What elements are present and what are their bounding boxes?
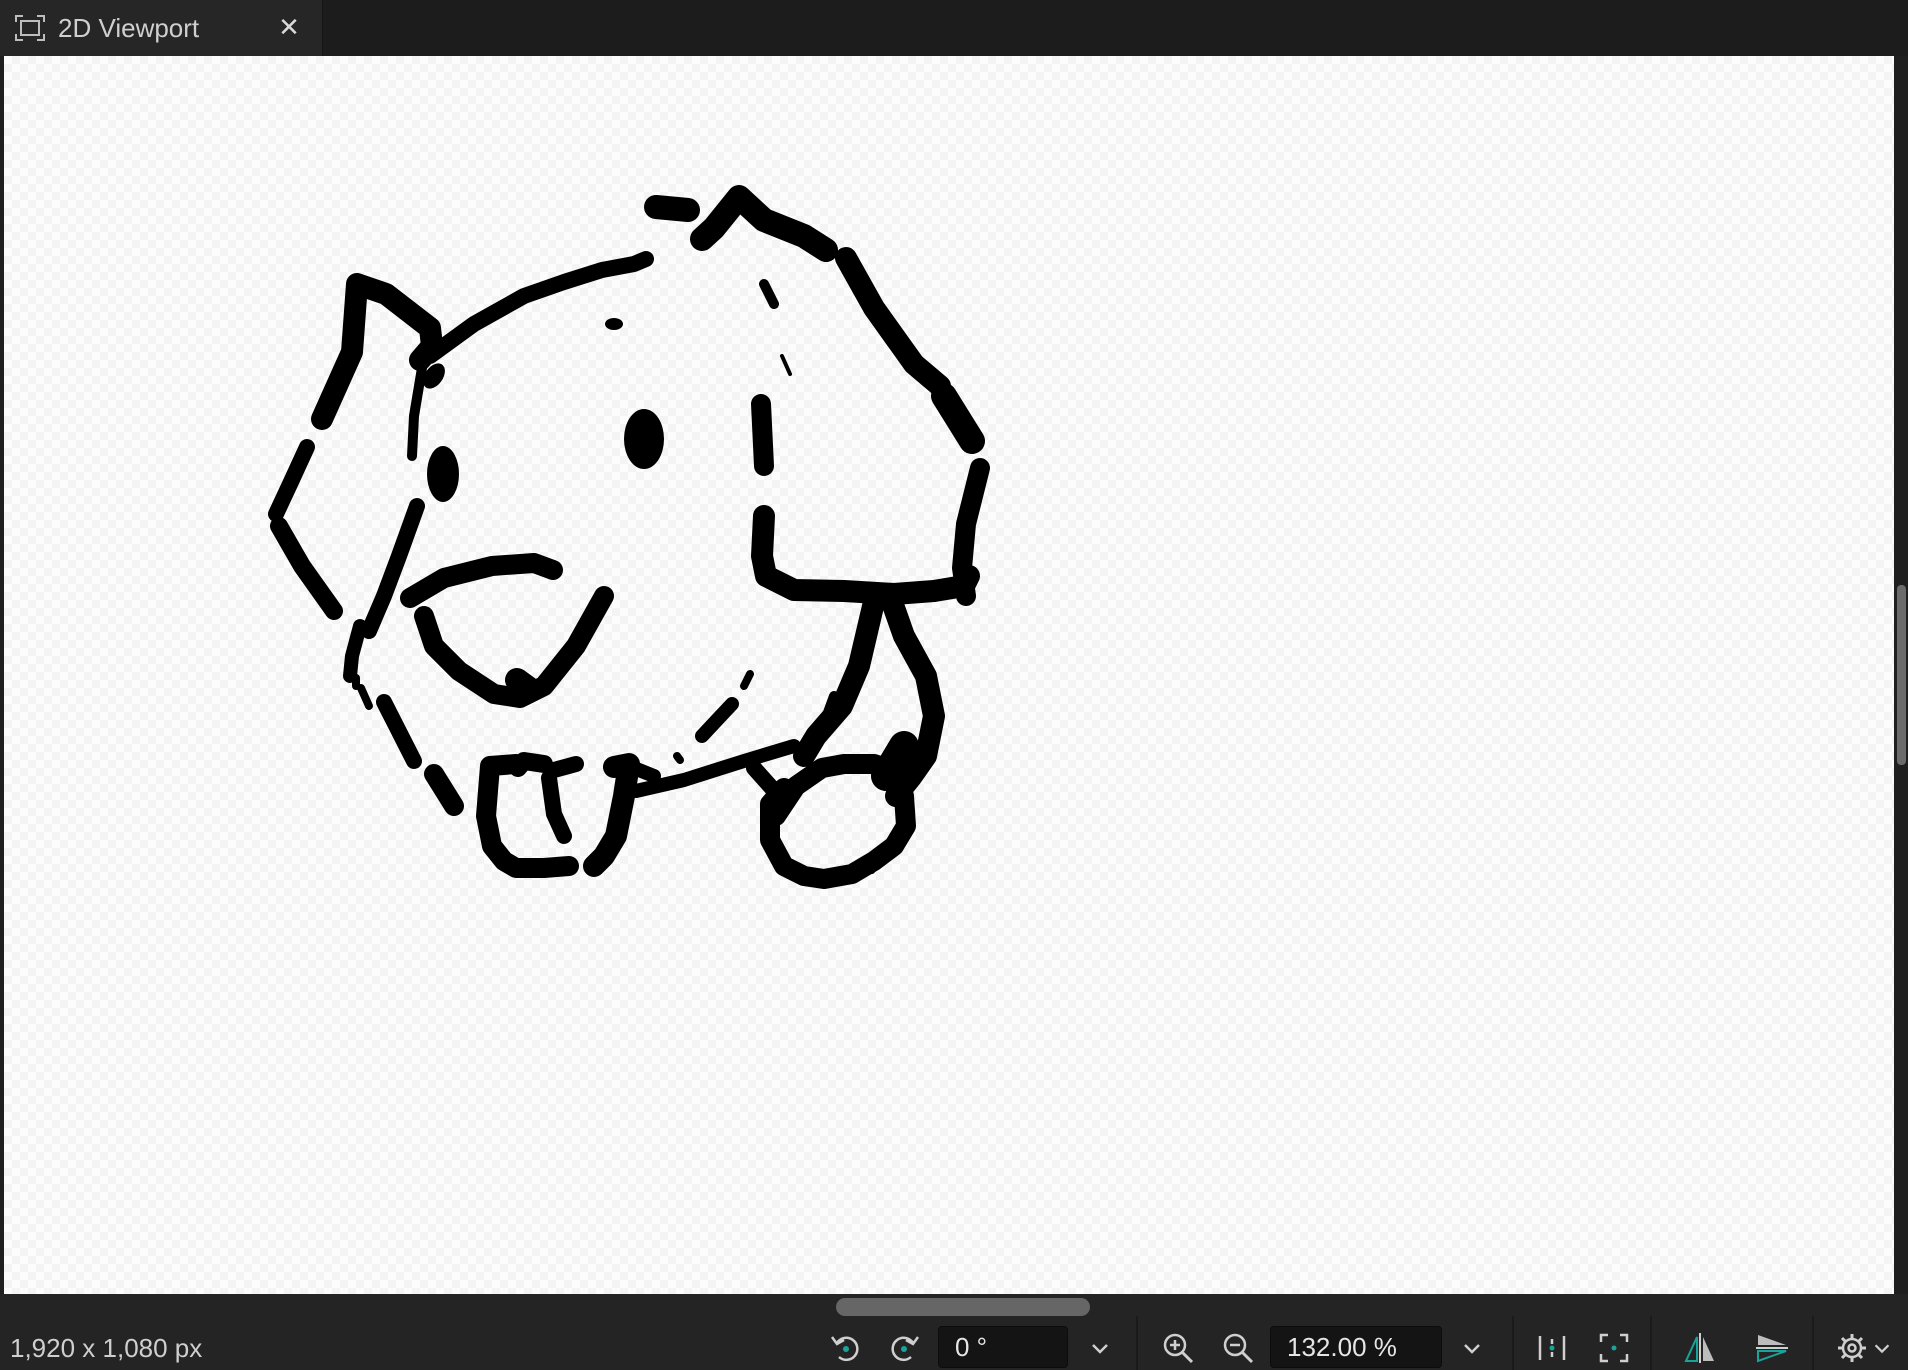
canvas-dimensions: 1,920 x 1,080 px	[10, 1333, 203, 1363]
tab-2d-viewport[interactable]: 2D Viewport ✕	[0, 0, 323, 56]
zoom-out-button[interactable]	[1218, 1328, 1258, 1368]
tab-bar: 2D Viewport ✕	[0, 0, 1908, 56]
toolbar-divider	[1512, 1316, 1514, 1370]
sketch-drawing	[268, 185, 990, 889]
gear-icon	[1838, 1334, 1866, 1362]
chevron-down-icon	[1464, 1344, 1480, 1354]
flip-vertical-icon	[1756, 1335, 1788, 1363]
rotate-clockwise-icon	[891, 1336, 920, 1362]
horizontal-scrollbar[interactable]	[836, 1298, 1090, 1316]
fit-width-icon	[1538, 1336, 1566, 1360]
rotate-counterclockwise-icon	[830, 1336, 859, 1362]
fit-view-button[interactable]	[1594, 1328, 1634, 1368]
toolbar-divider	[1812, 1316, 1814, 1370]
flip-vertical-button[interactable]	[1752, 1328, 1792, 1368]
tab-title: 2D Viewport	[58, 13, 200, 43]
fit-width-button[interactable]	[1532, 1328, 1572, 1368]
settings-button[interactable]	[1832, 1328, 1872, 1368]
close-icon[interactable]: ✕	[274, 12, 304, 42]
chevron-down-icon	[1874, 1344, 1890, 1354]
zoom-in-button[interactable]	[1158, 1328, 1198, 1368]
rotate-clockwise-button[interactable]	[884, 1328, 924, 1368]
settings-dropdown-button[interactable]	[1868, 1328, 1896, 1368]
toolbar-divider	[1650, 1316, 1652, 1370]
rotation-dropdown-button[interactable]	[1080, 1328, 1120, 1368]
viewport-frame-icon	[15, 15, 45, 41]
rotate-counterclockwise-button[interactable]	[826, 1328, 866, 1368]
zoom-out-icon	[1223, 1333, 1254, 1364]
chevron-down-icon	[1092, 1344, 1108, 1354]
rotation-input[interactable]	[938, 1326, 1068, 1368]
flip-horizontal-icon	[1684, 1333, 1714, 1363]
canvas-viewport[interactable]	[4, 56, 1894, 1294]
zoom-dropdown-button[interactable]	[1452, 1328, 1492, 1368]
fit-view-icon	[1599, 1333, 1629, 1363]
zoom-input[interactable]	[1270, 1326, 1442, 1368]
zoom-in-icon	[1163, 1333, 1194, 1364]
vertical-scrollbar[interactable]	[1897, 585, 1906, 765]
toolbar-divider	[1136, 1316, 1138, 1370]
flip-horizontal-button[interactable]	[1680, 1328, 1720, 1368]
